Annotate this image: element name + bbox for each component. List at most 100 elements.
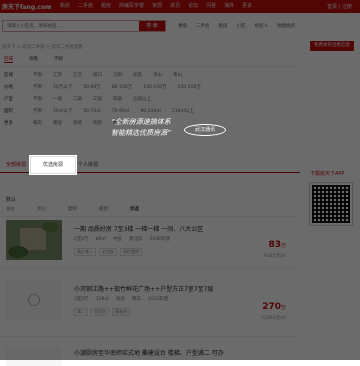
listing-price-unit: 万 xyxy=(280,243,286,249)
qr-code-icon xyxy=(309,182,353,226)
hot-link[interactable]: 二手房 xyxy=(196,23,210,29)
highlighted-tab-selected-listings[interactable]: 优选房源 xyxy=(30,156,76,174)
listing-meta-item: 2012年建 xyxy=(147,297,169,302)
filter-option[interactable]: 江岸 xyxy=(53,72,62,78)
filter-option[interactable]: 洪山 xyxy=(153,72,162,78)
hot-link[interactable]: 楼盘 xyxy=(178,23,187,29)
filter-option[interactable]: 90-110㎡ xyxy=(140,108,160,114)
filter-option[interactable]: 楼层 xyxy=(53,120,62,126)
filter-option[interactable]: 不限 xyxy=(33,84,42,90)
tab-personal-listings[interactable]: 个人房源 xyxy=(78,161,98,168)
nav-item-rent[interactable]: 租房 xyxy=(101,2,111,9)
nav-item-commercial[interactable]: 商铺写字楼 xyxy=(119,2,144,9)
listing-tag: 随时看房 xyxy=(120,248,142,256)
app-download-panel: 下载房天下APP xyxy=(309,170,354,234)
filter-tab-area[interactable]: 区域 xyxy=(4,56,13,63)
listing-meta-item: 南向 xyxy=(131,297,141,302)
search-input[interactable] xyxy=(7,23,127,29)
hot-link[interactable]: 地图找房 xyxy=(277,23,295,29)
listing-title[interactable]: 一期 品质好房 7至3楼 一梯一梯 一间、八大公区 xyxy=(74,224,203,233)
sort-option[interactable]: 单价 xyxy=(37,206,46,212)
filter-option[interactable]: 50万以下 xyxy=(53,84,72,90)
app-download-title[interactable]: 下载房天下APP xyxy=(310,170,354,177)
filter-tab-subway[interactable]: 地铁 xyxy=(29,56,38,63)
nav-item-news[interactable]: 资讯 xyxy=(170,2,180,9)
listing-tag: 学区房 xyxy=(91,308,109,316)
nav-item-qa[interactable]: 问答 xyxy=(206,2,216,9)
listing-tag: 精装修 xyxy=(112,308,130,316)
filter-option[interactable]: 四居 xyxy=(113,96,122,102)
nav-item-overseas[interactable]: 海外 xyxy=(224,2,234,9)
filter-option[interactable]: 武昌 xyxy=(133,72,142,78)
divider xyxy=(0,66,300,67)
nav-item-second-hand[interactable]: 二手房 xyxy=(78,2,93,9)
sort-option[interactable]: 最新 xyxy=(99,206,108,212)
filter-option[interactable]: 70-90㎡ xyxy=(112,108,130,114)
filter-option[interactable]: 五居以上 xyxy=(133,96,151,102)
filter-option[interactable]: 一居 xyxy=(53,96,62,102)
filter-option[interactable]: 二居 xyxy=(73,96,82,102)
hot-link[interactable]: 经纪人 xyxy=(255,23,269,29)
filter-option[interactable]: 不限 xyxy=(33,108,42,114)
tree-shape xyxy=(8,246,28,258)
filter-option[interactable]: 110㎡以上 xyxy=(172,108,194,114)
main-nav: 新房 二手房 租房 商铺写字楼 家居 资讯 论坛 问答 海外 更多 xyxy=(60,2,252,9)
listing-unit-price: 9325元/㎡ xyxy=(264,254,286,259)
filter-option[interactable]: 150-200万 xyxy=(178,84,201,90)
listing-title[interactable]: 小潮厨房至华南师实式地 雕建设台 楼梯、户型满二 可办 xyxy=(74,348,224,357)
filter-option[interactable]: 朝向 xyxy=(33,120,42,126)
hot-link[interactable]: 小区 xyxy=(237,23,246,29)
filter-option[interactable]: 50㎡以下 xyxy=(53,108,72,114)
listing-meta-item: 128㎡ xyxy=(95,297,109,302)
filter-option[interactable]: 不限 xyxy=(33,96,42,102)
filter-option[interactable]: 50-70㎡ xyxy=(83,108,101,114)
hot-links: 楼盘 二手房 租房 小区 经纪人 地图找房 xyxy=(178,23,295,29)
sort-option[interactable]: 总价 xyxy=(6,206,15,212)
filter-tabs: 区域 地铁 学校 xyxy=(4,56,63,63)
listing-meta: 3室2厅 128㎡ 高层 南向 2012年建 xyxy=(74,296,168,302)
listing-title[interactable]: 小河铜江路++现竹鲜花广场++户型方正7室7至7层 xyxy=(74,284,214,293)
filter-option[interactable]: 80-100万 xyxy=(112,84,132,90)
nav-item-home[interactable]: 家居 xyxy=(152,2,162,9)
sort-default[interactable]: 默认 xyxy=(6,196,16,203)
listing-price-value: 83 xyxy=(268,240,281,250)
filter-option[interactable]: 三居 xyxy=(93,96,102,102)
filter-tab-school[interactable]: 学校 xyxy=(54,56,63,63)
filter-row-label: 区域 xyxy=(4,73,13,78)
listing-photo-placeholder[interactable] xyxy=(6,346,62,366)
hot-link[interactable]: 租房 xyxy=(219,23,228,29)
listing-tag: 满五唯一 xyxy=(74,248,96,256)
filter-option[interactable]: 硚口 xyxy=(93,72,102,78)
filter-option[interactable]: 江汉 xyxy=(73,72,82,78)
listing-price-unit: 万 xyxy=(280,305,286,311)
filter-row-label: 户型 xyxy=(4,97,13,102)
site-logo[interactable]: 房天下fang.com xyxy=(2,2,51,11)
publish-listing-button[interactable]: 免费发布出售信息 xyxy=(310,41,354,51)
listing-photo-placeholder[interactable] xyxy=(6,280,62,320)
listing-price: 83万 xyxy=(268,240,286,250)
sort-option[interactable]: 优选 xyxy=(130,206,139,212)
tree-shape xyxy=(42,222,58,232)
listing-price-value: 270 xyxy=(262,302,281,312)
nav-item-forum[interactable]: 论坛 xyxy=(188,2,198,9)
nav-item-new-house[interactable]: 新房 xyxy=(60,2,70,9)
listing-tags: 满二 学区房 精装修 xyxy=(74,308,130,316)
filter-option[interactable]: 不限 xyxy=(33,72,42,78)
page: 房天下fang.com 新房 二手房 租房 商铺写字楼 家居 资讯 论坛 问答 … xyxy=(0,0,360,366)
login-register-links[interactable]: 登录 | 注册 xyxy=(327,3,352,10)
listing-unit-price: 21093元/㎡ xyxy=(261,316,286,321)
filter-option[interactable]: 汉阳 xyxy=(113,72,122,78)
listing-tag: 近地铁 xyxy=(99,248,117,256)
filter-panel: 区域 地铁 学校 区域 不限 江岸 江汉 硚口 汉阳 武昌 洪山 青山 价格 不… xyxy=(0,54,300,154)
filter-option[interactable]: 青山 xyxy=(173,72,182,78)
search-button[interactable]: 搜 索 xyxy=(139,21,165,31)
filter-row-label: 更多 xyxy=(4,121,13,126)
sort-option[interactable]: 面积 xyxy=(68,206,77,212)
filter-option[interactable]: 100-150万 xyxy=(143,84,166,90)
filter-option[interactable]: 50-80万 xyxy=(83,84,101,90)
nav-item-more[interactable]: 更多 xyxy=(242,2,252,9)
listing-photo[interactable] xyxy=(6,220,62,260)
image-placeholder-icon xyxy=(28,294,40,306)
tab-all-listings[interactable]: 全部房源 xyxy=(6,161,26,168)
listing-meta-item: 高层 xyxy=(115,297,125,302)
